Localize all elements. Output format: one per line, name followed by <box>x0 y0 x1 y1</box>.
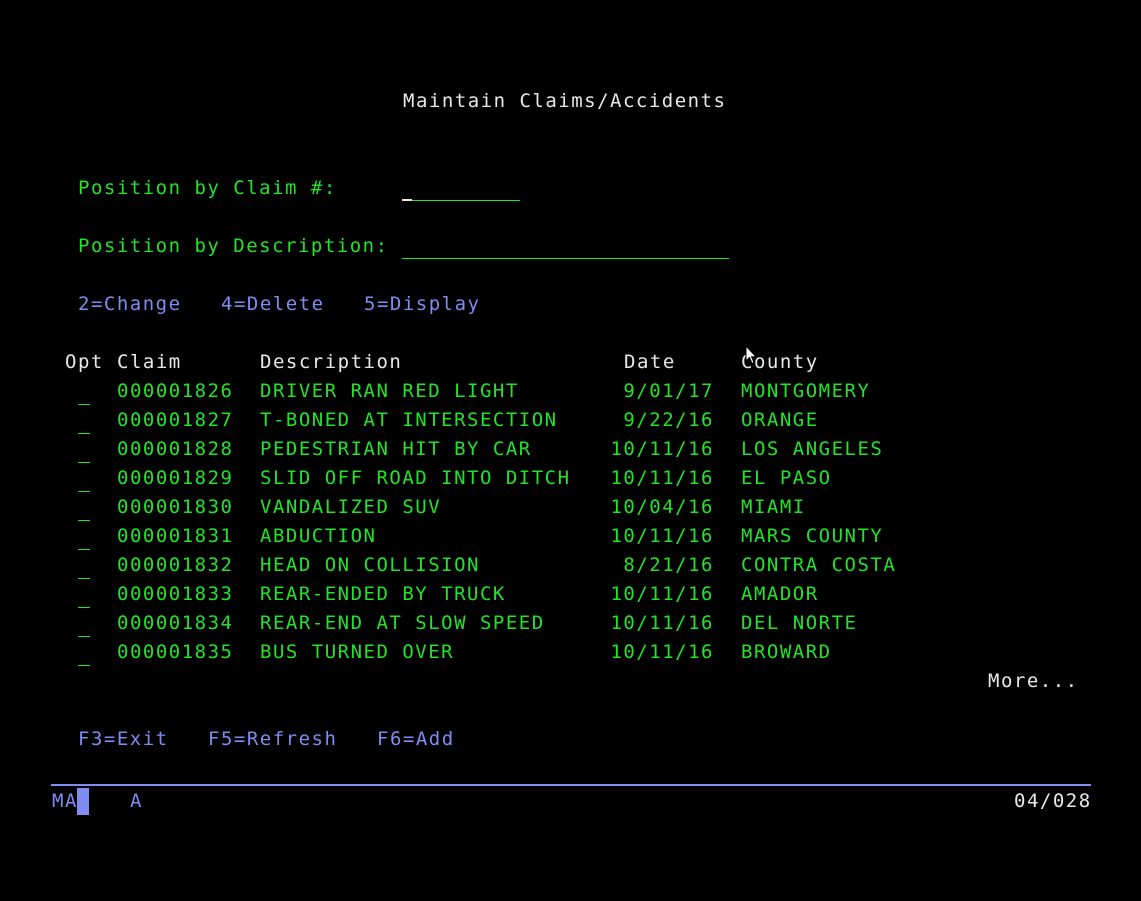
f6-add-key[interactable]: F6=Add <box>377 728 455 750</box>
column-header-date: Date <box>624 351 676 373</box>
row-option-input[interactable] <box>78 467 92 493</box>
claim-number: 000001833 <box>117 583 234 605</box>
claim-number: 000001832 <box>117 554 234 576</box>
claim-county: EL PASO <box>741 467 832 489</box>
claim-date: 10/11/16 <box>610 438 714 460</box>
claim-county: MIAMI <box>741 496 806 518</box>
f3-exit-key[interactable]: F3=Exit <box>78 728 169 750</box>
column-header-opt: Opt <box>65 351 104 373</box>
claim-description: VANDALIZED SUV <box>260 496 442 518</box>
claim-position-input[interactable] <box>402 178 520 202</box>
claim-number: 000001827 <box>117 409 234 431</box>
claim-county: ORANGE <box>741 409 819 431</box>
claim-number: 000001828 <box>117 438 234 460</box>
claim-description: REAR-ENDED BY TRUCK <box>260 583 506 605</box>
option-delete: 4=Delete <box>221 293 325 315</box>
claim-date: 10/11/16 <box>610 583 714 605</box>
claim-number: 000001835 <box>117 641 234 663</box>
claim-date: 10/04/16 <box>610 496 714 518</box>
claim-date: 10/11/16 <box>610 612 714 634</box>
claim-county: MONTGOMERY <box>741 380 871 402</box>
row-option-input[interactable] <box>78 612 92 638</box>
claim-description: PEDESTRIAN HIT BY CAR <box>260 438 532 460</box>
claim-number: 000001834 <box>117 612 234 634</box>
row-option-input[interactable] <box>78 583 92 609</box>
status-indicator: MA <box>52 790 78 812</box>
more-indicator: More... <box>988 670 1079 692</box>
mouse-pointer-icon <box>745 345 757 365</box>
row-option-input[interactable] <box>78 380 92 406</box>
claim-county: BROWARD <box>741 641 832 663</box>
claim-description: BUS TURNED OVER <box>260 641 455 663</box>
claim-county: MARS COUNTY <box>741 525 884 547</box>
claim-county: AMADOR <box>741 583 819 605</box>
row-option-input[interactable] <box>78 641 92 667</box>
claim-number: 000001831 <box>117 525 234 547</box>
row-option-input[interactable] <box>78 409 92 435</box>
page-title: Maintain Claims/Accidents <box>403 90 727 112</box>
claim-county: DEL NORTE <box>741 612 858 634</box>
option-display: 5=Display <box>364 293 481 315</box>
claim-description: SLID OFF ROAD INTO DITCH <box>260 467 571 489</box>
claim-position-label: Position by Claim #: <box>78 177 337 199</box>
claim-number: 000001829 <box>117 467 234 489</box>
claim-date: 10/11/16 <box>610 641 714 663</box>
status-divider <box>51 784 1091 786</box>
indicator-cursor <box>77 788 89 815</box>
description-position-input[interactable] <box>402 236 729 260</box>
f5-refresh-key[interactable]: F5=Refresh <box>208 728 337 750</box>
claim-number: 000001826 <box>117 380 234 402</box>
status-mode: A <box>130 790 143 812</box>
claim-date: 8/21/16 <box>623 554 714 576</box>
claim-county: LOS ANGELES <box>741 438 884 460</box>
column-header-description: Description <box>260 351 403 373</box>
claim-description: HEAD ON COLLISION <box>260 554 480 576</box>
claim-description: T-BONED AT INTERSECTION <box>260 409 558 431</box>
column-header-claim: Claim <box>117 351 182 373</box>
row-option-input[interactable] <box>78 525 92 551</box>
claim-date: 10/11/16 <box>610 467 714 489</box>
claim-date: 9/01/17 <box>623 380 714 402</box>
row-option-input[interactable] <box>78 496 92 522</box>
description-position-label: Position by Description: <box>78 235 389 257</box>
row-option-input[interactable] <box>78 554 92 580</box>
claim-number: 000001830 <box>117 496 234 518</box>
claim-description: DRIVER RAN RED LIGHT <box>260 380 519 402</box>
row-option-input[interactable] <box>78 438 92 464</box>
claim-county: CONTRA COSTA <box>741 554 897 576</box>
text-cursor <box>402 199 412 201</box>
claim-description: REAR-END AT SLOW SPEED <box>260 612 545 634</box>
claim-date: 10/11/16 <box>610 525 714 547</box>
cursor-position: 04/028 <box>1014 790 1092 812</box>
option-change: 2=Change <box>78 293 182 315</box>
claim-date: 9/22/16 <box>623 409 714 431</box>
claim-description: ABDUCTION <box>260 525 377 547</box>
